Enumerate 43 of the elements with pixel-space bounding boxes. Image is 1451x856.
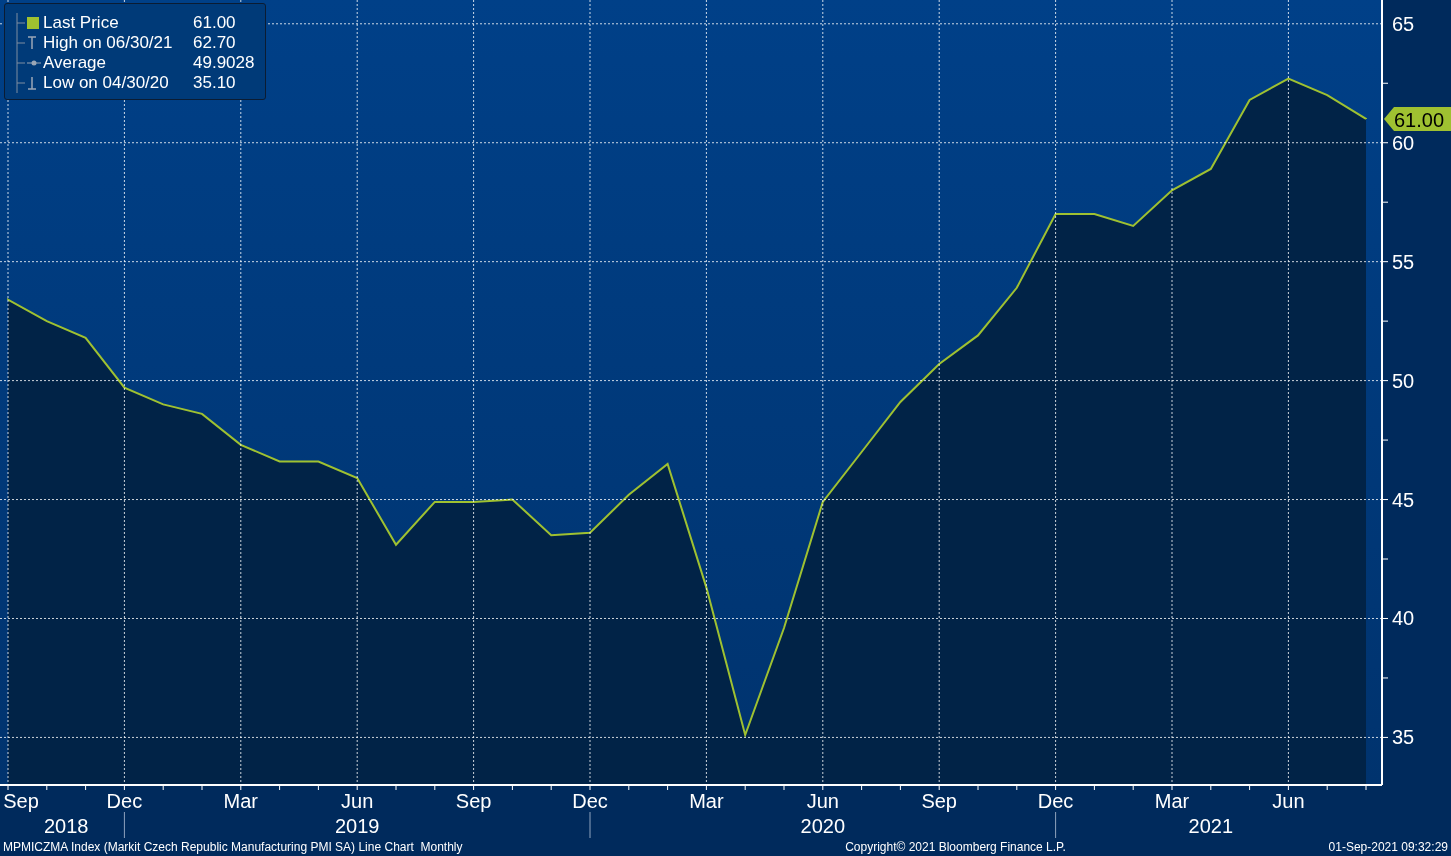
y-axis-label: 50 <box>1392 369 1415 392</box>
tree-connector-icon <box>13 13 25 33</box>
legend-value: 35.10 <box>193 73 237 93</box>
legend-value: 62.70 <box>193 33 237 53</box>
high-marker-icon <box>27 36 37 50</box>
year-label: 2020 <box>800 815 846 837</box>
x-axis-label: Sep <box>921 790 957 812</box>
x-axis-label: Jun <box>806 790 839 812</box>
x-axis-label: Dec <box>1037 790 1074 812</box>
x-axis-label: Jun <box>1272 790 1305 812</box>
copyright-text: Copyright© 2021 Bloomberg Finance L.P. <box>845 840 1066 854</box>
legend-value: 49.9028 <box>193 53 256 73</box>
tree-connector-icon <box>13 53 25 73</box>
x-axis-label: Mar <box>689 790 724 812</box>
low-marker-icon <box>27 76 37 90</box>
year-label: 2021 <box>1188 815 1234 837</box>
x-axis-label: Jun <box>341 790 374 812</box>
year-label: 2018 <box>43 815 89 837</box>
x-axis-label: Mar <box>223 790 259 812</box>
y-axis-label: 45 <box>1392 488 1415 511</box>
y-axis-label: 60 <box>1392 131 1415 154</box>
last-value-tag: 61.00 <box>1384 106 1451 131</box>
legend-label: Average <box>43 53 107 73</box>
x-axis-label: Mar <box>1154 790 1190 812</box>
x-axis-label: Dec <box>106 790 143 812</box>
y-axis-label: 40 <box>1392 607 1415 630</box>
x-axis-label: Sep <box>3 790 39 812</box>
chart-description: MPMICZMA Index (Markit Czech Republic Manufacturing PMI SA) Line Chart Monthly <box>3 840 463 854</box>
average-marker-icon <box>27 59 41 67</box>
legend-label: Last Price <box>43 13 120 33</box>
tree-connector-icon <box>13 33 25 53</box>
y-axis-label: 55 <box>1392 250 1415 273</box>
legend-label: Low on 04/30/20 <box>43 73 170 93</box>
legend-label: High on 06/30/21 <box>43 33 174 53</box>
year-label: 2019 <box>334 815 380 837</box>
y-axis-label: 65 <box>1392 12 1415 35</box>
timestamp: 01-Sep-2021 09:32:29 <box>1328 840 1448 854</box>
legend-value: 61.00 <box>193 13 237 33</box>
x-axis-label: Dec <box>572 790 608 812</box>
y-axis-label: 35 <box>1392 726 1415 749</box>
tree-connector-icon <box>13 73 25 93</box>
x-axis-label: Sep <box>455 790 492 812</box>
square-icon <box>27 17 39 29</box>
